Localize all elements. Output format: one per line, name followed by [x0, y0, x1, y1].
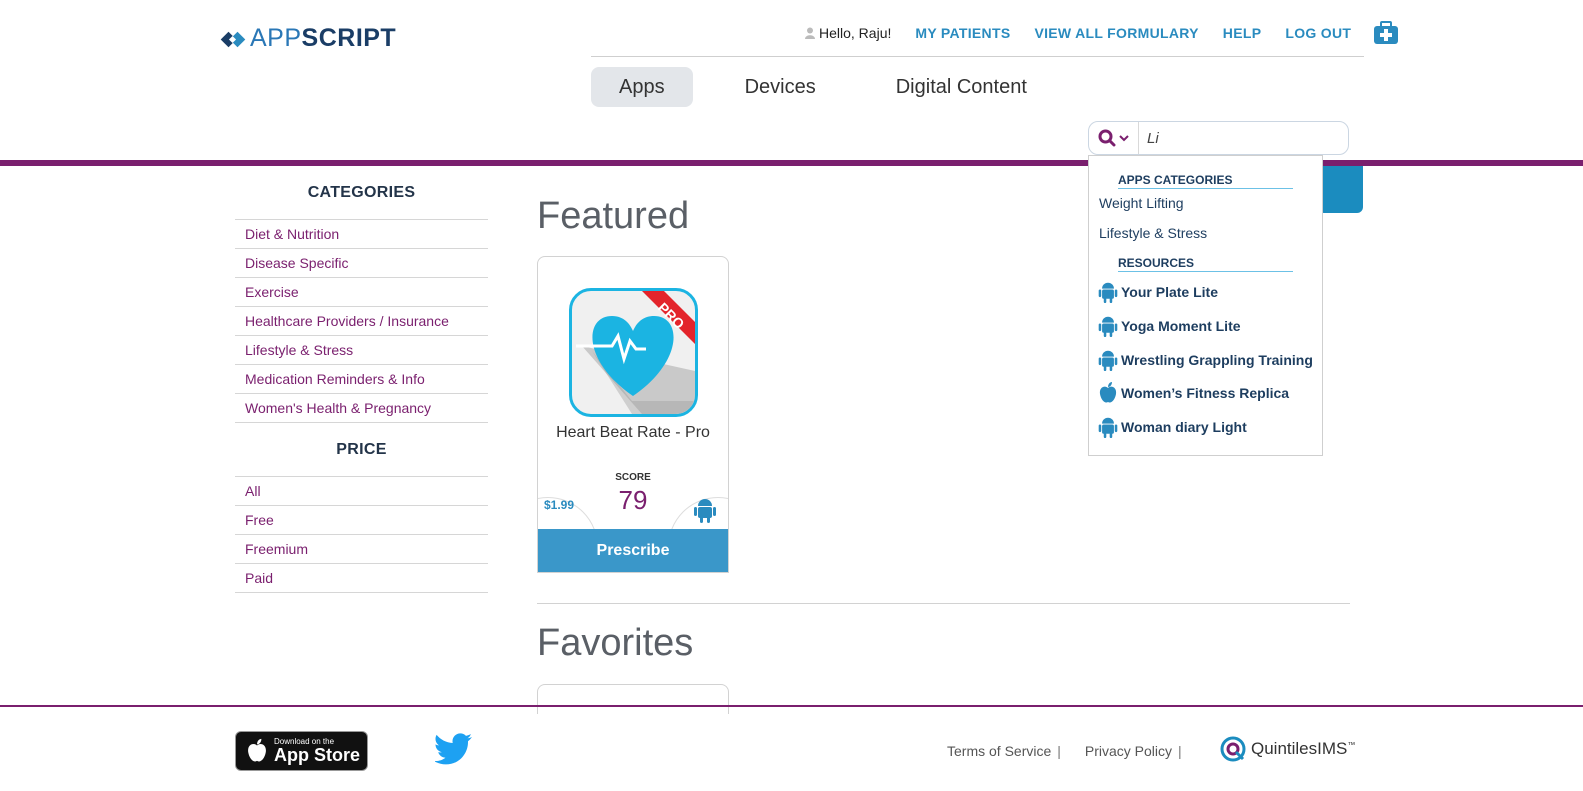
app-store-big-text: App Store	[274, 744, 361, 765]
category-womens-health[interactable]: Women's Health & Pregnancy	[235, 394, 488, 423]
logo-text: APPSCRIPT	[250, 24, 397, 52]
category-diet-nutrition[interactable]: Diet & Nutrition	[235, 220, 488, 249]
filter-sidebar: CATEGORIES Diet & Nutrition Disease Spec…	[235, 184, 488, 593]
category-healthcare-providers[interactable]: Healthcare Providers / Insurance	[235, 307, 488, 336]
price-paid[interactable]: Paid	[235, 564, 488, 593]
footer-links: Terms of Service | Privacy Policy |	[947, 743, 1206, 759]
section-divider	[537, 603, 1350, 604]
privacy-policy-link[interactable]: Privacy Policy	[1085, 743, 1172, 759]
category-medication-reminders[interactable]: Medication Reminders & Info	[235, 365, 488, 394]
search-suggestions-dropdown: APPS CATEGORIES Weight Lifting Lifestyle…	[1088, 155, 1323, 456]
search-icon	[1098, 129, 1116, 147]
suggestion-resource[interactable]: Your Plate Lite	[1098, 281, 1218, 303]
quintilesims-logo-icon	[1220, 736, 1246, 762]
quintilesims-text: QuintilesIMS™	[1251, 739, 1356, 758]
price-heading: PRICE	[336, 441, 387, 458]
categories-heading: CATEGORIES	[307, 184, 416, 201]
android-ribbon-badge	[1318, 166, 1363, 213]
suggestion-category-weight-lifting[interactable]: Weight Lifting	[1099, 195, 1184, 211]
app-store-badge[interactable]: Download on the App Store	[235, 731, 368, 771]
suggestion-resource[interactable]: Woman diary Light	[1098, 416, 1247, 438]
prescribe-button[interactable]: Prescribe	[538, 529, 728, 572]
favorites-title: Favorites	[537, 622, 694, 664]
app-card-featured[interactable]: PRO Heart Beat Rate - Pro SCORE 79 $1.99…	[537, 256, 729, 573]
top-navigation: Hello, Raju! MY PATIENTS VIEW ALL FORMUL…	[805, 21, 1399, 45]
tab-devices[interactable]: Devices	[717, 67, 844, 107]
footer-separator: |	[1178, 743, 1182, 759]
android-icon	[1098, 282, 1118, 303]
price-all[interactable]: All	[235, 477, 488, 506]
suggestion-resource[interactable]: Women’s Fitness Replica	[1098, 382, 1289, 404]
search-type-button[interactable]	[1089, 122, 1139, 154]
android-icon	[1098, 316, 1118, 337]
category-disease-specific[interactable]: Disease Specific	[235, 249, 488, 278]
price-freemium[interactable]: Freemium	[235, 535, 488, 564]
greeting-text: Hello, Raju!	[819, 25, 892, 41]
suggestion-resource[interactable]: Yoga Moment Lite	[1098, 315, 1241, 337]
app-price: $1.99	[544, 498, 575, 512]
android-icon	[1098, 350, 1118, 371]
tab-apps[interactable]: Apps	[591, 67, 693, 107]
medical-kit-icon[interactable]	[1373, 21, 1399, 45]
footer-separator: |	[1057, 743, 1061, 759]
category-lifestyle-stress[interactable]: Lifestyle & Stress	[235, 336, 488, 365]
categories-list: Diet & Nutrition Disease Specific Exerci…	[235, 219, 488, 423]
logo-mark-icon	[220, 31, 246, 47]
nav-help[interactable]: HELP	[1223, 25, 1262, 41]
suggestion-label: Your Plate Lite	[1121, 284, 1218, 300]
nav-my-patients[interactable]: MY PATIENTS	[915, 25, 1010, 41]
suggestion-label: Women’s Fitness Replica	[1121, 385, 1290, 401]
main-tabs: Apps Devices Digital Content	[591, 67, 1079, 107]
tab-digital-content[interactable]: Digital Content	[868, 67, 1055, 107]
twitter-icon[interactable]	[435, 733, 473, 765]
chevron-down-icon	[1119, 135, 1129, 142]
user-icon	[805, 27, 815, 39]
suggestion-label: Wrestling Grappling Training	[1121, 352, 1313, 368]
android-icon	[1098, 417, 1118, 438]
app-icon-heart-rate: PRO	[569, 288, 698, 417]
score-label: SCORE	[615, 472, 651, 483]
search-input[interactable]	[1139, 122, 1339, 154]
footer-divider	[0, 705, 1583, 707]
price-list: All Free Freemium Paid	[235, 476, 488, 593]
app-card-favorite[interactable]	[537, 684, 729, 714]
suggestion-label: Woman diary Light	[1121, 419, 1247, 435]
terms-of-service-link[interactable]: Terms of Service	[947, 743, 1051, 759]
app-name: Heart Beat Rate - Pro	[556, 424, 710, 441]
greeting: Hello, Raju!	[805, 25, 891, 41]
price-free[interactable]: Free	[235, 506, 488, 535]
apple-icon	[248, 738, 266, 762]
suggestion-resource[interactable]: Wrestling Grappling Training	[1098, 349, 1313, 371]
header-divider	[591, 56, 1364, 57]
featured-title: Featured	[537, 195, 690, 237]
suggestion-label: Yoga Moment Lite	[1121, 318, 1241, 334]
app-store-text: Download on the App Store	[274, 737, 361, 765]
appscript-logo[interactable]: APPSCRIPT	[220, 24, 396, 53]
suggestion-category-lifestyle-stress[interactable]: Lifestyle & Stress	[1099, 225, 1207, 241]
category-exercise[interactable]: Exercise	[235, 278, 488, 307]
quintilesims-logo[interactable]: QuintilesIMS™	[1219, 735, 1355, 763]
android-icon	[694, 499, 716, 523]
nav-view-all-formulary[interactable]: VIEW ALL FORMULARY	[1034, 25, 1198, 41]
search-box	[1088, 121, 1349, 155]
resources-heading: RESOURCES	[1118, 256, 1293, 272]
apps-categories-heading: APPS CATEGORIES	[1118, 173, 1293, 189]
nav-log-out[interactable]: LOG OUT	[1285, 25, 1351, 41]
apple-icon	[1099, 382, 1117, 403]
